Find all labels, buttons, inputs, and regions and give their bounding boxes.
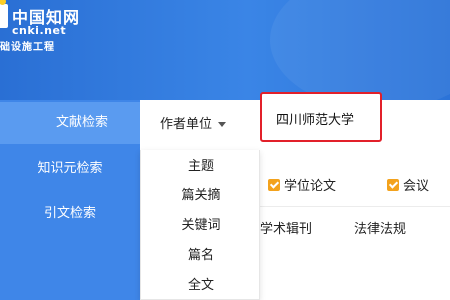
cnki-logo[interactable]: 中国知网 cnki.net 础设施工程 (0, 0, 110, 53)
dropdown-item-full-text[interactable]: 全文 (141, 271, 261, 300)
logo-url: cnki.net (12, 24, 67, 37)
logo-subtitle: 础设施工程 (0, 42, 55, 53)
search-field-label: 作者单位 (160, 117, 213, 132)
dropdown-item-subject[interactable]: 主题 (141, 152, 261, 182)
top-banner: 中国知网 cnki.net 础设施工程 (0, 0, 450, 110)
dropdown-item-keyword[interactable]: 关键词 (141, 211, 261, 241)
checkbox-checked-icon (268, 179, 280, 191)
sidebar-item-knowledge-search[interactable]: 知识元检索 (0, 148, 140, 190)
checkbox-conference[interactable]: 会议 (387, 179, 429, 195)
search-input[interactable] (276, 108, 376, 128)
category-laws-regulations[interactable]: 法律法规 (354, 218, 406, 237)
search-type-sidebar: 文献检索 知识元检索 引文检索 (0, 100, 140, 300)
dropdown-item-title[interactable]: 篇名 (141, 241, 261, 271)
sidebar-item-citation-search[interactable]: 引文检索 (0, 193, 140, 235)
checkbox-checked-icon (387, 179, 399, 191)
checkbox-label: 会议 (403, 179, 430, 194)
sidebar-item-label: 引文检索 (43, 206, 96, 221)
sidebar-item-label: 文献检索 (55, 115, 108, 130)
search-box-highlighted (260, 92, 382, 142)
search-field-dropdown: 主题 篇关摘 关键词 篇名 全文 (140, 150, 260, 300)
checkbox-degree-thesis[interactable]: 学位论文 (268, 179, 336, 195)
divider (260, 206, 450, 207)
caret-down-icon (218, 122, 227, 127)
sidebar-item-literature-search[interactable]: 文献检索 (0, 102, 140, 144)
category-academic-journal[interactable]: 学术辑刊 (260, 218, 312, 237)
dropdown-item-title-keyword-abstract[interactable]: 篇关摘 (141, 181, 261, 211)
checkbox-label: 学位论文 (284, 179, 337, 194)
cnki-logo-icon (0, 0, 8, 28)
sidebar-item-label: 知识元检索 (37, 161, 103, 176)
search-field-select[interactable]: 作者单位 (160, 112, 250, 138)
